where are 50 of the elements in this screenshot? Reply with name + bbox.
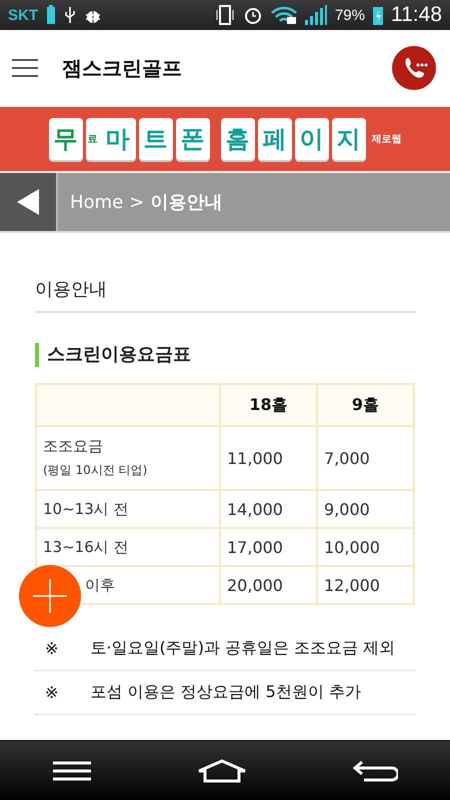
table-cell: 13~16시 전 — [36, 528, 220, 566]
home-link[interactable]: Home — [70, 192, 124, 212]
header-cell: 9홀 — [317, 384, 414, 426]
menu-icon[interactable] — [12, 58, 38, 78]
table-cell: 14,000 — [220, 490, 317, 528]
signal-icon — [304, 5, 327, 25]
logo-tile: 지 — [332, 118, 366, 160]
logo-tile: 무 — [48, 118, 82, 160]
battery-icon — [46, 5, 56, 25]
back-icon[interactable] — [352, 760, 398, 782]
logo-tile: 료 — [86, 118, 100, 160]
section-heading: 스크린이용요금표 — [35, 343, 415, 367]
charging-icon — [373, 5, 383, 25]
back-arrow-icon — [17, 189, 39, 215]
add-button[interactable] — [19, 565, 81, 627]
note-text: 토·일요일(주말)과 공휴일은 조조요금 제외 — [90, 638, 396, 659]
reference-mark: ※ — [45, 639, 58, 658]
logo-tile: 트 — [138, 118, 172, 160]
logo-tile: 폰 — [176, 118, 210, 160]
logo-tile: 마 — [100, 118, 136, 160]
wifi-icon — [270, 6, 297, 24]
usb-icon — [64, 6, 76, 24]
table-cell: 9,000 — [317, 490, 414, 528]
table-cell: 12,000 — [317, 566, 414, 604]
table-cell: 17,000 — [220, 528, 317, 566]
brand-label: 제로웹 — [372, 133, 402, 146]
logo-tile: 홈 — [220, 118, 254, 160]
note-text: 포섬 이용은 정상요금에 5천원이 추가 — [90, 682, 361, 703]
table-cell: 11,000 — [220, 426, 317, 490]
vibrate-icon — [214, 5, 235, 25]
reference-mark: ※ — [45, 683, 58, 702]
app-title: 잼스크린골프 — [62, 54, 183, 82]
table-cell: 7,000 — [317, 426, 414, 490]
battery-percent: 79% — [334, 6, 365, 24]
logo-tile: 페 — [258, 118, 292, 160]
clock: 11:48 — [391, 3, 442, 27]
table-cell: 20,000 — [220, 566, 317, 604]
back-button[interactable] — [0, 173, 58, 231]
home-icon[interactable] — [196, 759, 247, 783]
call-icon[interactable] — [392, 46, 436, 90]
alarm-icon — [242, 5, 263, 25]
page-heading: 이용안내 — [35, 277, 415, 313]
table-cell: 10,000 — [317, 528, 414, 566]
table-cell: 10~13시 전 — [36, 490, 220, 528]
logo-tile: 이 — [294, 118, 328, 160]
header-cell: 18홀 — [220, 384, 317, 426]
breadcrumb-separator: > — [129, 192, 144, 212]
current-page: 이용안내 — [150, 191, 222, 214]
table-cell: 조조요금 (평일 10시전 티업) — [36, 426, 220, 490]
carrier-name: SKT — [8, 6, 38, 24]
